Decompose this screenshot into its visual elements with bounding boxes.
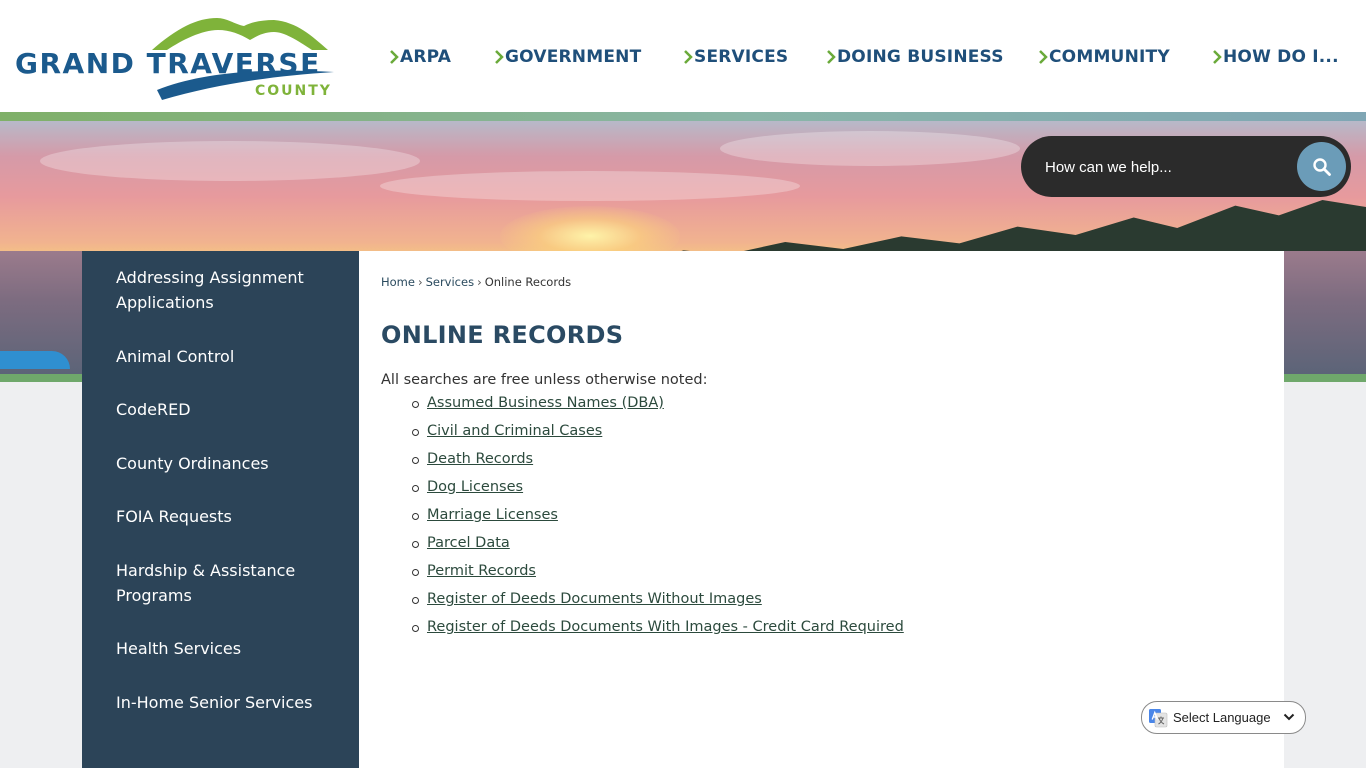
- nav-item-doing-business[interactable]: DOING BUSINESS: [827, 45, 1004, 69]
- list-item: Death Records: [412, 451, 904, 479]
- bullet-icon: [412, 401, 419, 408]
- sidebar-item-foia-requests[interactable]: FOIA Requests: [116, 504, 336, 529]
- nav-item-how-do-i[interactable]: HOW DO I...: [1213, 45, 1339, 69]
- breadcrumb-separator: ›: [477, 275, 482, 289]
- link-rod-without-images[interactable]: Register of Deeds Documents Without Imag…: [427, 591, 762, 607]
- sidebar-item-animal-control[interactable]: Animal Control: [116, 344, 336, 369]
- nav-label: GOVERNMENT: [505, 47, 642, 67]
- language-select-label: Select Language: [1173, 710, 1271, 725]
- list-item: Register of Deeds Documents With Images …: [412, 619, 904, 647]
- link-dog-licenses[interactable]: Dog Licenses: [427, 479, 523, 495]
- search-icon: [1312, 157, 1331, 176]
- search-button[interactable]: [1297, 142, 1346, 191]
- site-header: GRAND TRAVERSE COUNTY ARPA GOVERNMENT SE…: [0, 0, 1366, 112]
- link-civil-criminal-cases[interactable]: Civil and Criminal Cases: [427, 423, 602, 439]
- chevron-down-icon: [1283, 713, 1295, 721]
- bullet-icon: [412, 597, 419, 604]
- breadcrumb-current: Online Records: [484, 275, 572, 289]
- sidebar-item-hardship-assistance-programs[interactable]: Hardship & Assistance Programs: [116, 558, 336, 608]
- sidebar-item-codered[interactable]: CodeRED: [116, 397, 336, 422]
- nav-label: HOW DO I...: [1223, 47, 1339, 67]
- nav-item-community[interactable]: COMMUNITY: [1039, 45, 1170, 69]
- page-intro: All searches are free unless otherwise n…: [381, 372, 708, 388]
- county-logo[interactable]: GRAND TRAVERSE COUNTY: [12, 10, 342, 105]
- search-input[interactable]: [1043, 154, 1297, 180]
- sidebar-item-addressing-assignment-applications[interactable]: Addressing Assignment Applications: [116, 265, 336, 315]
- link-death-records[interactable]: Death Records: [427, 451, 533, 467]
- bullet-icon: [412, 541, 419, 548]
- list-item: Marriage Licenses: [412, 507, 904, 535]
- list-item: Parcel Data: [412, 535, 904, 563]
- bullet-icon: [412, 457, 419, 464]
- boat: [0, 351, 70, 369]
- google-translate-icon: [1149, 709, 1168, 728]
- link-marriage-licenses[interactable]: Marriage Licenses: [427, 507, 558, 523]
- logo-wordmark: GRAND TRAVERSE: [15, 47, 321, 80]
- chevron-right-icon: [390, 50, 399, 64]
- page-title: ONLINE RECORDS: [381, 321, 624, 349]
- bullet-icon: [412, 625, 419, 632]
- sidebar-nav: Addressing Assignment Applications Anima…: [82, 251, 359, 768]
- chevron-right-icon: [684, 50, 693, 64]
- list-item: Permit Records: [412, 563, 904, 591]
- list-item: Dog Licenses: [412, 479, 904, 507]
- bullet-icon: [412, 513, 419, 520]
- link-permit-records[interactable]: Permit Records: [427, 563, 536, 579]
- breadcrumb: Home › Services › Online Records: [381, 275, 571, 289]
- link-parcel-data[interactable]: Parcel Data: [427, 535, 510, 551]
- chevron-right-icon: [1039, 50, 1048, 64]
- nav-label: DOING BUSINESS: [837, 47, 1004, 67]
- sidebar-item-county-ordinances[interactable]: County Ordinances: [116, 451, 336, 476]
- list-item: Assumed Business Names (DBA): [412, 395, 904, 423]
- logo-subtitle: COUNTY: [255, 83, 332, 99]
- chevron-right-icon: [827, 50, 836, 64]
- site-search: [1021, 136, 1351, 197]
- records-list: Assumed Business Names (DBA) Civil and C…: [381, 395, 904, 647]
- bullet-icon: [412, 485, 419, 492]
- nav-label: ARPA: [400, 47, 452, 67]
- breadcrumb-services[interactable]: Services: [426, 275, 475, 289]
- sidebar-item-health-services[interactable]: Health Services: [116, 636, 336, 661]
- nav-label: SERVICES: [694, 47, 789, 67]
- nav-item-arpa[interactable]: ARPA: [390, 45, 451, 69]
- breadcrumb-separator: ›: [417, 275, 423, 289]
- link-assumed-business-names[interactable]: Assumed Business Names (DBA): [427, 395, 664, 411]
- main-content: Home › Services › Online Records ONLINE RECO…: [359, 251, 1284, 768]
- sidebar-item-in-home-senior-services[interactable]: In-Home Senior Services: [116, 690, 336, 715]
- bullet-icon: [412, 429, 419, 436]
- bullet-icon: [412, 569, 419, 576]
- chevron-right-icon: [1213, 50, 1222, 64]
- list-item: Civil and Criminal Cases: [412, 423, 904, 451]
- chevron-right-icon: [495, 50, 504, 64]
- nav-item-government[interactable]: GOVERNMENT: [495, 45, 641, 69]
- language-select[interactable]: Select Language: [1141, 701, 1306, 734]
- nav-label: COMMUNITY: [1049, 47, 1170, 67]
- list-item: Register of Deeds Documents Without Imag…: [412, 591, 904, 619]
- nav-item-services[interactable]: SERVICES: [684, 45, 788, 69]
- link-rod-with-images[interactable]: Register of Deeds Documents With Images …: [427, 619, 904, 635]
- breadcrumb-home[interactable]: Home: [381, 275, 415, 289]
- header-accent-strip: [0, 112, 1366, 121]
